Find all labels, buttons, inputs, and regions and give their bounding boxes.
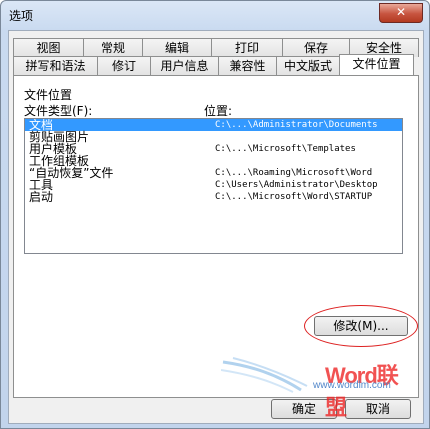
list-item[interactable]: 剪贴画图片 xyxy=(25,131,402,143)
cancel-button[interactable]: 取消 xyxy=(345,399,411,419)
close-icon: ✕ xyxy=(395,5,407,19)
options-dialog: 选项 ✕ 视图 常规 编辑 打印 保存 安全性 拼写和语法 修订 用户信息 兼容… xyxy=(0,0,430,429)
tab-compatibility[interactable]: 兼容性 xyxy=(218,56,277,75)
tab-view[interactable]: 视图 xyxy=(13,38,84,57)
list-item[interactable]: 工具 C:\Users\Administrator\Desktop xyxy=(25,179,402,191)
tab-chinese-layout[interactable]: 中文版式 xyxy=(276,56,340,75)
tab-track-changes[interactable]: 修订 xyxy=(97,56,151,75)
file-location: C:\...\Microsoft\Word\STARTUP xyxy=(215,192,373,202)
list-item[interactable]: “自动恢复”文件 C:\...\Roaming\Microsoft\Word xyxy=(25,167,402,179)
tab-row-bottom: 拼写和语法 修订 用户信息 兼容性 中文版式 文件位置 xyxy=(13,54,414,75)
dialog-title: 选项 xyxy=(9,9,34,23)
file-locations-panel: 文件位置 文件类型(F): 位置: 文档 C:\...\Administrato… xyxy=(13,75,419,398)
tab-general[interactable]: 常规 xyxy=(83,38,143,57)
modify-button[interactable]: 修改(M)... xyxy=(314,316,408,336)
tab-user-info[interactable]: 用户信息 xyxy=(150,56,219,75)
ok-button[interactable]: 确定 xyxy=(271,399,337,419)
file-location: C:\...\Roaming\Microsoft\Word xyxy=(215,168,373,178)
tab-print[interactable]: 打印 xyxy=(211,38,283,57)
file-type: 启动 xyxy=(29,190,54,204)
tab-spelling-grammar[interactable]: 拼写和语法 xyxy=(13,56,98,75)
file-type-header: 文件类型(F): xyxy=(24,104,93,118)
list-item[interactable]: 启动 C:\...\Microsoft\Word\STARTUP xyxy=(25,191,402,203)
file-location: C:\...\Microsoft\Templates xyxy=(215,144,356,154)
file-locations-list[interactable]: 文档 C:\...\Administrator\Documents 剪贴画图片 … xyxy=(24,118,403,254)
tab-edit[interactable]: 编辑 xyxy=(142,38,212,57)
tab-file-locations[interactable]: 文件位置 xyxy=(339,54,414,75)
close-button[interactable]: ✕ xyxy=(379,3,423,23)
file-location: C:\...\Administrator\Documents xyxy=(215,120,378,130)
group-label: 文件位置 xyxy=(24,88,73,102)
file-location: C:\Users\Administrator\Desktop xyxy=(215,180,378,190)
location-header: 位置: xyxy=(204,104,233,118)
dialog-client-area: 视图 常规 编辑 打印 保存 安全性 拼写和语法 修订 用户信息 兼容性 中文版… xyxy=(8,30,424,424)
